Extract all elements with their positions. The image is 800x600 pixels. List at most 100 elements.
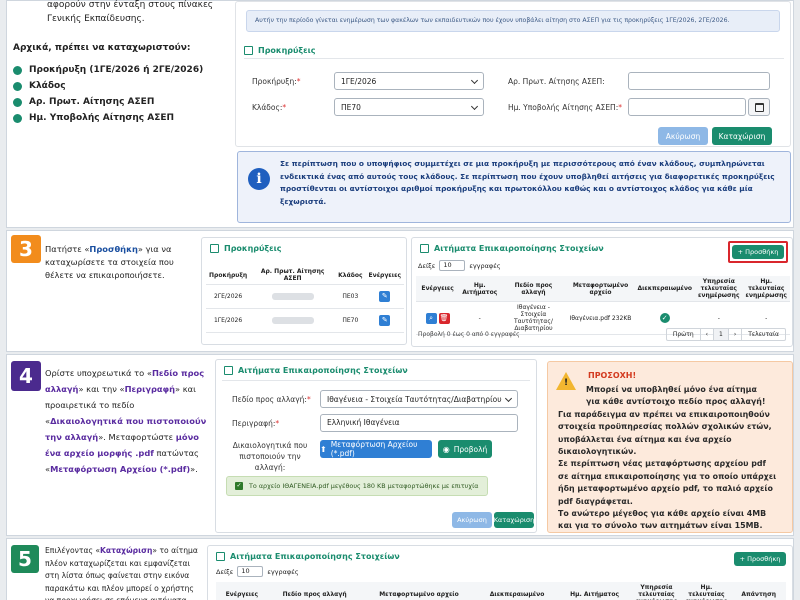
col-header: Ενέργειες (365, 266, 404, 285)
col-header: Ενέργειες (216, 582, 268, 600)
field-to-change-select[interactable]: Ιθαγένεια - Στοιχεία Ταυτότητας/Διαβατηρ… (320, 390, 518, 408)
page-size-control: Δείξε 10 εγγραφές (216, 566, 299, 577)
warning-line: Σε περίπτωση νέας μεταφόρτωσης αρχείου p… (558, 459, 766, 469)
proclamation-label: Προκήρυξη:* (252, 77, 300, 86)
page-size-select[interactable]: 10 (439, 260, 466, 271)
check-icon (13, 114, 22, 123)
chevron-down-icon (504, 394, 513, 403)
submission-date-input[interactable] (628, 98, 746, 116)
label-text: Περιγραφή: (232, 419, 276, 428)
info-icon: i (248, 168, 270, 190)
card-title: Αιτήματα Επικαιροποίησης Στοιχείων (216, 360, 536, 379)
check-icon: ✓ (659, 313, 670, 323)
field-label: Πεδίο προς αλλαγή:* (232, 395, 311, 404)
label-text: Πεδίο προς αλλαγή: (232, 395, 307, 404)
last-page-button[interactable]: Τελευταία (742, 328, 786, 341)
select-value: 10 (443, 261, 452, 269)
step4-text: Ορίστε υποχρεωτικά το «Πεδίο προς αλλαγή… (45, 365, 207, 477)
alert-text: Το αρχείο ΙΘΑΓΕΝΕΙΑ.pdf μεγέθους 180 KB … (249, 482, 479, 490)
intro-line: Γενικής Εκπαίδευσης. (47, 14, 145, 24)
entries-label: εγγραφές (469, 261, 501, 270)
step3-section: 3 Πατήστε «Προσθήκη» για να καταχωρίσετε… (6, 230, 794, 352)
divider (222, 380, 530, 381)
first-page-button[interactable]: Πρώτη (665, 328, 701, 341)
page-number-button[interactable]: 1 (714, 328, 729, 341)
submit-button[interactable]: Καταχώριση (712, 127, 772, 145)
add-request-button[interactable]: + Προσθήκη (734, 552, 786, 566)
pagination: Πρώτη ‹ 1 › Τελευταία (665, 328, 786, 341)
required-mark: * (275, 419, 280, 428)
item-label: Κλάδος (29, 81, 66, 91)
warning-text: Μπορεί να υποβληθεί μόνο ένα αίτημα για … (558, 384, 792, 533)
table-row: 1ΓΕ/2026 ΠΕ70 ✎ (206, 308, 404, 333)
table-icon (216, 552, 225, 561)
upload-pdf-button[interactable]: ⬆ Μεταφόρτωση Αρχείου (*.pdf) (320, 440, 432, 458)
warning-line: δικαιολογητικών. (558, 447, 637, 457)
warning-line: Το ανώτερο μέγεθος για κάθε αρχείο είναι… (558, 509, 767, 519)
panel-title: Προκηρύξεις (236, 40, 323, 59)
col-header: Υπηρεσία τελευταίας ενημέρωσης (631, 582, 682, 600)
add-request-button[interactable]: + Προσθήκη (732, 245, 784, 259)
col-header: Απάντηση (731, 582, 786, 600)
entries-label: εγγραφές (267, 567, 299, 576)
edit-icon[interactable]: ✎ (379, 291, 391, 302)
cancel-button[interactable]: Ακύρωση (452, 512, 492, 528)
col-header: Ημ. Αιτήματος (459, 276, 501, 302)
info-box: i Σε περίπτωση που ο υποψήφιος συμμετέχε… (237, 151, 791, 223)
cell-file: Ιθαγένεια.pdf 232KB (566, 301, 635, 335)
required-mark: * (306, 395, 311, 404)
col-header: Διεκπεραιωμένο (634, 276, 696, 302)
col-header: Μεταφορτωμένο αρχείο (566, 276, 635, 302)
warning-box: ! ΠΡΟΣΟΧΗ! Μπορεί να υποβληθεί μόνο ένα … (547, 361, 793, 533)
col-header: Υπηρεσία τελευταίας ενημέρωσης (695, 276, 743, 302)
branch-select[interactable]: ΠΕ70 (334, 98, 484, 116)
col-header: Πεδίο προς αλλαγή (267, 582, 362, 600)
card-title: Αιτήματα Επικαιροποίησης Στοιχείων (208, 546, 792, 565)
table-row: 2ΓΕ/2026 ΠΕ03 ✎ (206, 284, 404, 309)
edit-icon[interactable]: ✎ (379, 315, 391, 326)
prot-number-input[interactable] (628, 72, 770, 90)
delete-icon[interactable]: 🗑 (438, 312, 450, 324)
text-part: ». Μεταφορτώστε (98, 432, 176, 442)
table-header: Ενέργειες Πεδίο προς αλλαγή Μεταφορτωμέν… (216, 582, 786, 600)
calendar-icon[interactable] (748, 98, 770, 116)
proclamations-table: Προκήρυξη Αρ. Πρωτ. Αίτησης ΑΣΕΠ Κλάδος … (206, 266, 404, 333)
check-icon (13, 66, 22, 75)
card-title: Προκηρύξεις (202, 238, 406, 257)
page-size-control: Δείξε 10 εγγραφές (418, 260, 501, 271)
cell-proclamation: 2ΓΕ/2026 (206, 284, 251, 309)
table-icon (244, 46, 253, 55)
proclamation-select[interactable]: 1ΓΕ/2026 (334, 72, 484, 90)
intro-line: αφορούν στην ένταξη στους πίνακες (47, 0, 214, 10)
description-input[interactable]: Ελληνική Ιθαγένεια (320, 414, 518, 432)
table-icon (420, 244, 429, 253)
warning-line: Για παράδειγμα αν πρέπει να επικαιροποιη… (558, 409, 770, 419)
select-value: ΠΕ70 (341, 102, 361, 112)
warning-line: στοιχεία προϋπηρεσίας πολλών σχολικών ετ… (558, 422, 772, 432)
next-page-button[interactable]: › (728, 328, 743, 341)
cell-branch: ΠΕ03 (335, 284, 366, 309)
col-header: Μεταφορτωμένο αρχείο (361, 582, 477, 600)
requests-table-header: Ενέργειες Πεδίο προς αλλαγή Μεταφορτωμέν… (216, 582, 786, 600)
prev-page-button[interactable]: ‹ (700, 328, 715, 341)
cell-actions: ⌕ 🗑 (416, 301, 460, 335)
cell-branch: ΠΕ70 (335, 308, 366, 333)
cancel-button[interactable]: Ακύρωση (658, 127, 708, 145)
table-icon (224, 366, 233, 375)
search-icon[interactable]: ⌕ (425, 312, 437, 324)
view-button[interactable]: ◉ Προβολή (438, 440, 492, 458)
show-label: Δείξε (418, 261, 436, 270)
cell-field: Ιθαγένεια - Στοιχεία Ταυτότητας/Διαβατηρ… (500, 301, 567, 335)
text-part: Ορίστε υποχρεωτικά το « (45, 368, 152, 378)
warning-line: και για το σύνολο των αιτημάτων είναι 15… (558, 521, 763, 531)
cell-prot (250, 308, 336, 333)
step-number-badge: 5 (11, 545, 39, 573)
text-highlight: Περιγραφή (124, 384, 176, 394)
select-value: 1ΓΕ/2026 (341, 76, 377, 86)
submit-button[interactable]: Καταχώριση (494, 512, 534, 528)
page-size-select[interactable]: 10 (237, 566, 264, 577)
text-part: Επιλέγοντας « (45, 546, 101, 555)
redacted-value (271, 317, 314, 324)
col-header: Κλάδος (335, 266, 366, 285)
card-title-text: Προκηρύξεις (224, 244, 282, 253)
